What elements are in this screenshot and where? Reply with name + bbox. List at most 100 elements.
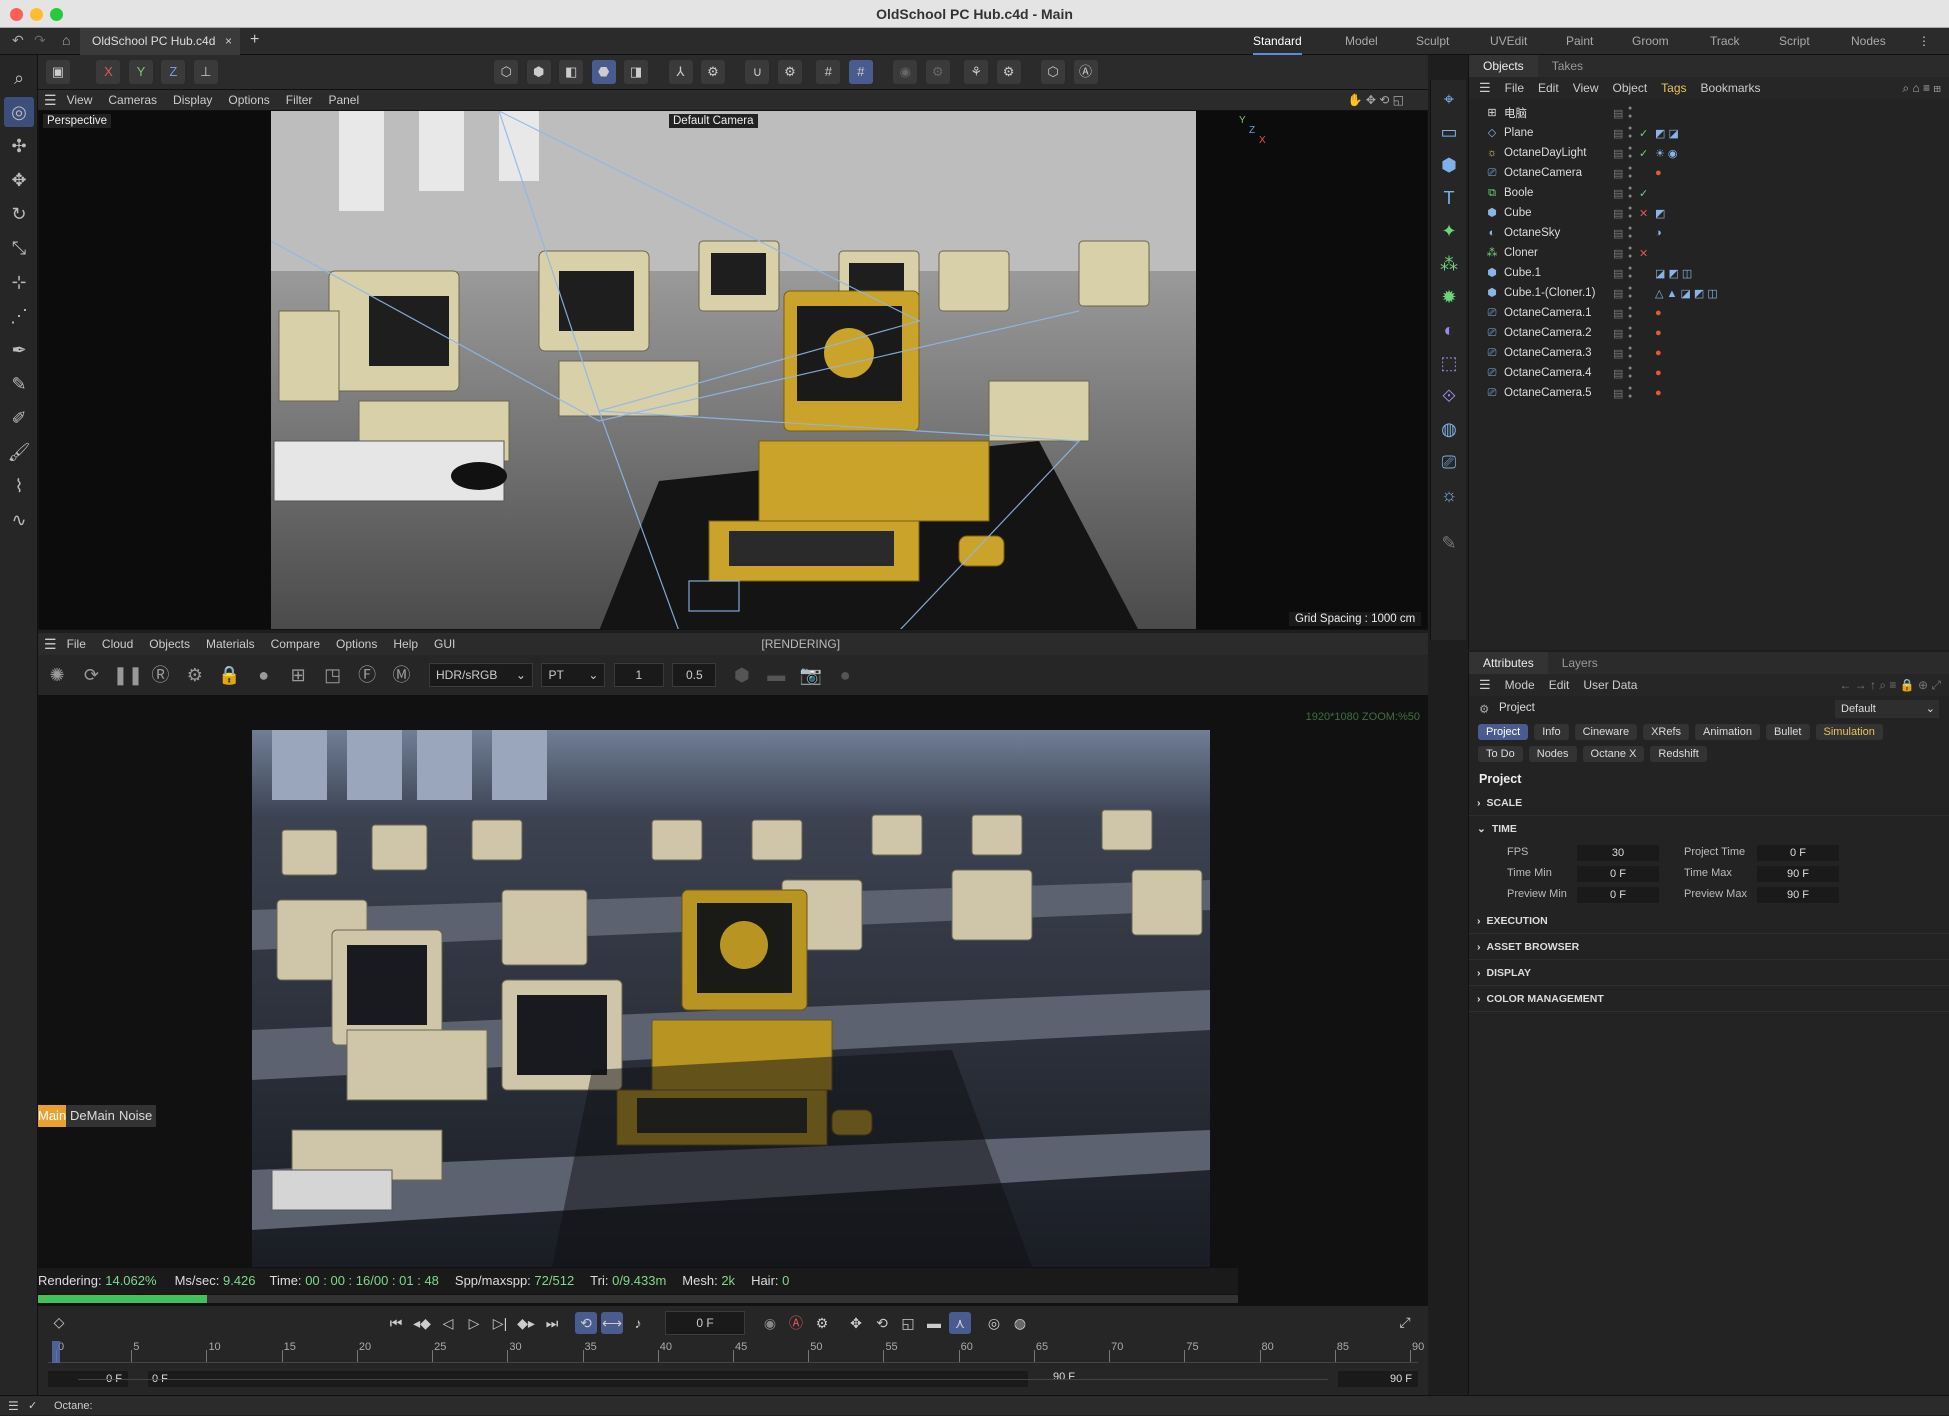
object-enable-icon[interactable]: ✓: [1639, 127, 1648, 140]
object-edit-icon[interactable]: ▤: [1613, 147, 1623, 160]
viewport-hamburger-icon[interactable]: ☰: [44, 92, 57, 109]
object-tags[interactable]: ●: [1655, 367, 1662, 379]
attributes-hamburger-icon[interactable]: ☰: [1479, 677, 1491, 693]
snap-magnet-icon[interactable]: ∪: [745, 60, 770, 84]
object-row[interactable]: ◐ OctaneSky ▤ ● ● ◑: [1469, 223, 1949, 243]
object-row[interactable]: ⎚ OctaneCamera ▤ ● ● ●: [1469, 163, 1949, 183]
key-scale-icon[interactable]: ◱: [897, 1312, 919, 1334]
visibility-dots[interactable]: ● ●: [1628, 385, 1632, 401]
cube-object-icon[interactable]: ⬢: [1435, 151, 1463, 179]
object-row[interactable]: ⊞ 电脑 ▤ ● ●: [1469, 103, 1949, 123]
visibility-dots[interactable]: ● ●: [1628, 165, 1632, 181]
lock-icon[interactable]: 🔒: [216, 662, 242, 688]
attributes-menu-mode[interactable]: Mode: [1505, 678, 1535, 692]
object-row[interactable]: ⁂ Cloner ▤ ● ● ✕: [1469, 243, 1949, 263]
section-asset-browser[interactable]: › ASSET BROWSER: [1469, 934, 1949, 960]
octane-settings-gear-icon[interactable]: ⚙: [182, 662, 208, 688]
object-edit-icon[interactable]: ▤: [1613, 307, 1623, 320]
attr-btn-info[interactable]: Info: [1534, 724, 1569, 740]
camera-label[interactable]: Default Camera: [669, 114, 758, 128]
visibility-dots[interactable]: ● ●: [1628, 365, 1632, 381]
document-tab[interactable]: OldSchool PC Hub.c4d ×: [80, 28, 240, 55]
time-min-field[interactable]: 0 F: [1577, 866, 1659, 882]
camera-snapshot-icon[interactable]: 📷: [798, 662, 824, 688]
document-tab-close-icon[interactable]: ×: [225, 28, 232, 55]
go-to-end-icon[interactable]: ⏭: [541, 1312, 563, 1334]
layout-nodes[interactable]: Nodes: [1851, 28, 1886, 55]
objects-search-icons[interactable]: ⌕ ⌂ ≡ ⊞: [1902, 81, 1941, 96]
null-object-icon[interactable]: ⌖: [1435, 85, 1463, 113]
object-edit-icon[interactable]: ▤: [1613, 267, 1623, 280]
spline-pen-icon[interactable]: ✎: [4, 369, 34, 399]
add-tab-button[interactable]: +: [250, 31, 259, 49]
visibility-dots[interactable]: ● ●: [1628, 185, 1632, 201]
attr-btn-todo[interactable]: To Do: [1478, 746, 1523, 762]
axis-icon[interactable]: ⅄: [668, 60, 693, 84]
symmetry-gear-icon[interactable]: ⚙: [996, 60, 1021, 84]
layout-standard[interactable]: Standard: [1253, 28, 1302, 55]
octane-menu-objects[interactable]: Objects: [149, 637, 190, 651]
attributes-menu-userdata[interactable]: User Data: [1583, 678, 1637, 692]
object-row[interactable]: ⎚ OctaneCamera.5 ▤ ● ● ●: [1469, 383, 1949, 403]
next-key-icon[interactable]: ◆▸: [515, 1312, 537, 1334]
viewport-menu-panel[interactable]: Panel: [328, 93, 359, 107]
object-tags[interactable]: ●: [1655, 387, 1662, 399]
brush-tool-icon[interactable]: 🖌: [4, 437, 34, 467]
layout-groom[interactable]: Groom: [1632, 28, 1669, 55]
section-color-management[interactable]: › COLOR MANAGEMENT: [1469, 986, 1949, 1012]
render-view-icon[interactable]: Ⓐ: [1073, 60, 1098, 84]
object-row[interactable]: ⎚ OctaneCamera.4 ▤ ● ● ●: [1469, 363, 1949, 383]
visibility-dots[interactable]: ● ●: [1628, 325, 1632, 341]
tab-attributes[interactable]: Attributes: [1469, 652, 1548, 674]
viewport-menu-cameras[interactable]: Cameras: [108, 93, 157, 107]
keyframe-icon[interactable]: ◇: [48, 1311, 70, 1333]
object-tags[interactable]: ◩ ◪: [1655, 127, 1679, 140]
object-enable-icon[interactable]: ✓: [1639, 147, 1648, 160]
object-edit-icon[interactable]: ▤: [1613, 207, 1623, 220]
cloner-icon[interactable]: ⁂: [1435, 250, 1463, 278]
octane-value-2-field[interactable]: 0.5: [672, 663, 717, 687]
points-mode-icon[interactable]: ⬡: [494, 60, 519, 84]
object-row[interactable]: ⎚ OctaneCamera.3 ▤ ● ● ●: [1469, 343, 1949, 363]
object-enable-icon[interactable]: ✕: [1639, 247, 1648, 260]
visibility-dots[interactable]: ● ●: [1628, 265, 1632, 281]
section-display[interactable]: › DISPLAY: [1469, 960, 1949, 986]
viewport-menu-filter[interactable]: Filter: [286, 93, 313, 107]
visibility-dots[interactable]: ● ●: [1628, 285, 1632, 301]
key-param-icon[interactable]: ▬: [923, 1312, 945, 1334]
object-edit-icon[interactable]: ▤: [1613, 127, 1623, 140]
viewport-label[interactable]: Perspective: [43, 114, 112, 128]
restart-render-icon[interactable]: ⟳: [78, 662, 104, 688]
symmetry-icon[interactable]: ⚘: [964, 60, 989, 84]
bottom-hamburger-icon[interactable]: ☰: [8, 1396, 19, 1416]
object-row[interactable]: ⬢ Cube.1 ▤ ● ● ◪ ◩ ◫: [1469, 263, 1949, 283]
visibility-dots[interactable]: ● ●: [1628, 245, 1632, 261]
close-window-button[interactable]: [10, 8, 23, 21]
tab-takes[interactable]: Takes: [1538, 55, 1597, 77]
key-rotation-icon[interactable]: ⟲: [871, 1312, 893, 1334]
transform-tool-icon[interactable]: ⊹: [4, 267, 34, 297]
rotate-tool-icon[interactable]: ↻: [4, 199, 34, 229]
attr-btn-xrefs[interactable]: XRefs: [1643, 724, 1690, 740]
region-render-icon[interactable]: Ⓡ: [147, 662, 173, 688]
prev-key-icon[interactable]: ◂◆: [411, 1312, 433, 1334]
move-tool-icon[interactable]: ✥: [4, 165, 34, 195]
octane-render-view[interactable]: 1920*1080 ZOOM:%50 Main DeMain Noise: [38, 695, 1428, 1305]
select-tool-icon[interactable]: ◎: [4, 97, 34, 127]
motion-clip-icon[interactable]: ◎: [983, 1312, 1005, 1334]
environment-icon[interactable]: ◍: [1435, 415, 1463, 443]
layout-paint[interactable]: Paint: [1566, 28, 1593, 55]
viewport-menu-display[interactable]: Display: [173, 93, 212, 107]
focus-picker-icon[interactable]: Ⓕ: [354, 662, 380, 688]
attr-btn-bullet[interactable]: Bullet: [1765, 724, 1810, 740]
go-to-start-icon[interactable]: ⏮: [385, 1312, 407, 1334]
prev-frame-icon[interactable]: ◁: [437, 1312, 459, 1334]
render-region-icon[interactable]: ⬡: [1041, 60, 1066, 84]
attr-btn-animation[interactable]: Animation: [1695, 724, 1760, 740]
effector-icon[interactable]: ✹: [1435, 283, 1463, 311]
workplane-icon[interactable]: #: [848, 60, 873, 84]
attr-btn-octanex[interactable]: Octane X: [1582, 746, 1645, 762]
axis-settings-gear-icon[interactable]: ⚙: [700, 60, 725, 84]
layout-sculpt[interactable]: Sculpt: [1416, 28, 1449, 55]
octane-menu-materials[interactable]: Materials: [206, 637, 255, 651]
